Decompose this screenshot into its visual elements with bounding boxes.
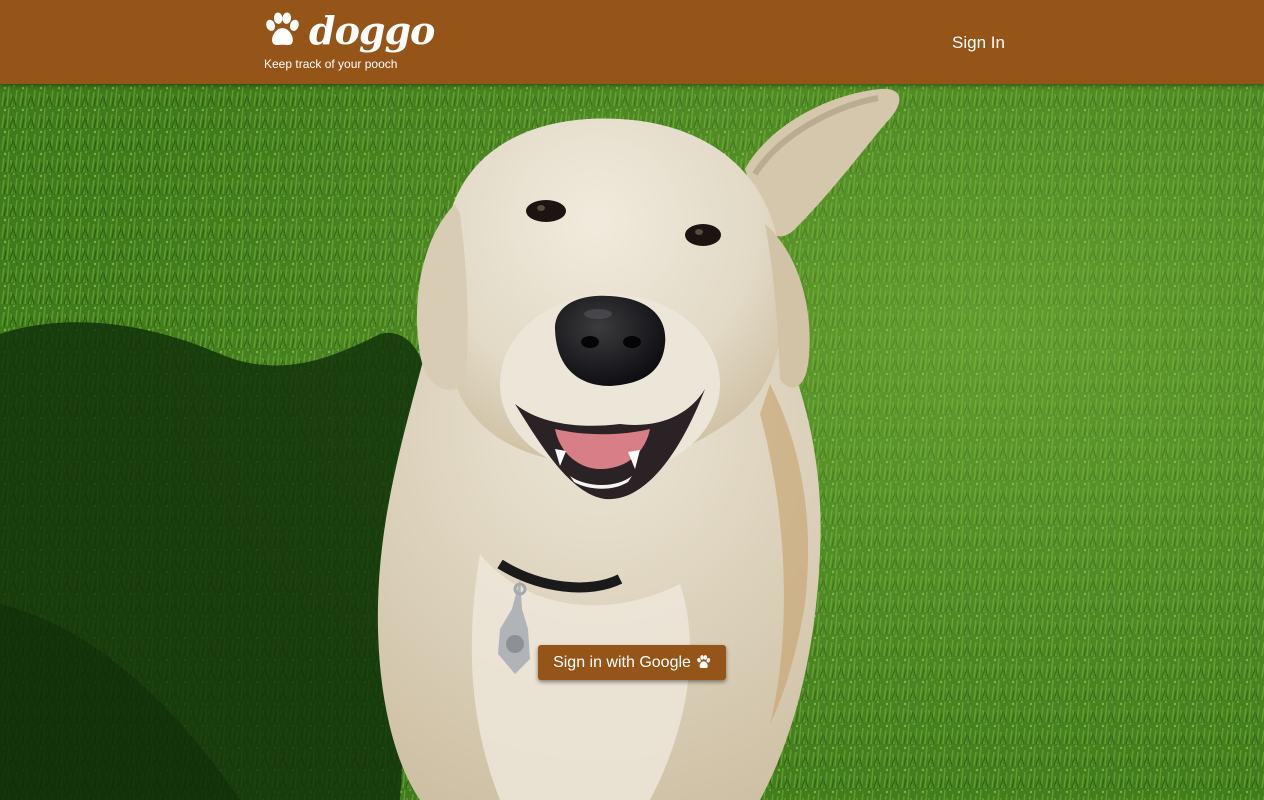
navbar: doggo Keep track of your pooch Sign In [0, 0, 1264, 84]
hero-section: Sign in with Google [0, 84, 1264, 800]
paw-icon [266, 12, 299, 46]
sign-in-with-google-button[interactable]: Sign in with Google [538, 645, 726, 680]
brand-row: doggo [263, 8, 435, 53]
sign-in-link[interactable]: Sign In [940, 30, 1017, 56]
tagline: Keep track of your pooch [264, 57, 398, 71]
google-button-label: Sign in with Google [553, 653, 691, 671]
landing-page: doggo Keep track of your pooch Sign In S… [0, 0, 1264, 800]
paw-icon [697, 655, 711, 669]
brand-name: doggo [309, 8, 435, 53]
brand-logo-link[interactable]: doggo Keep track of your pooch [263, 8, 435, 75]
hero-background-image [0, 84, 1264, 800]
